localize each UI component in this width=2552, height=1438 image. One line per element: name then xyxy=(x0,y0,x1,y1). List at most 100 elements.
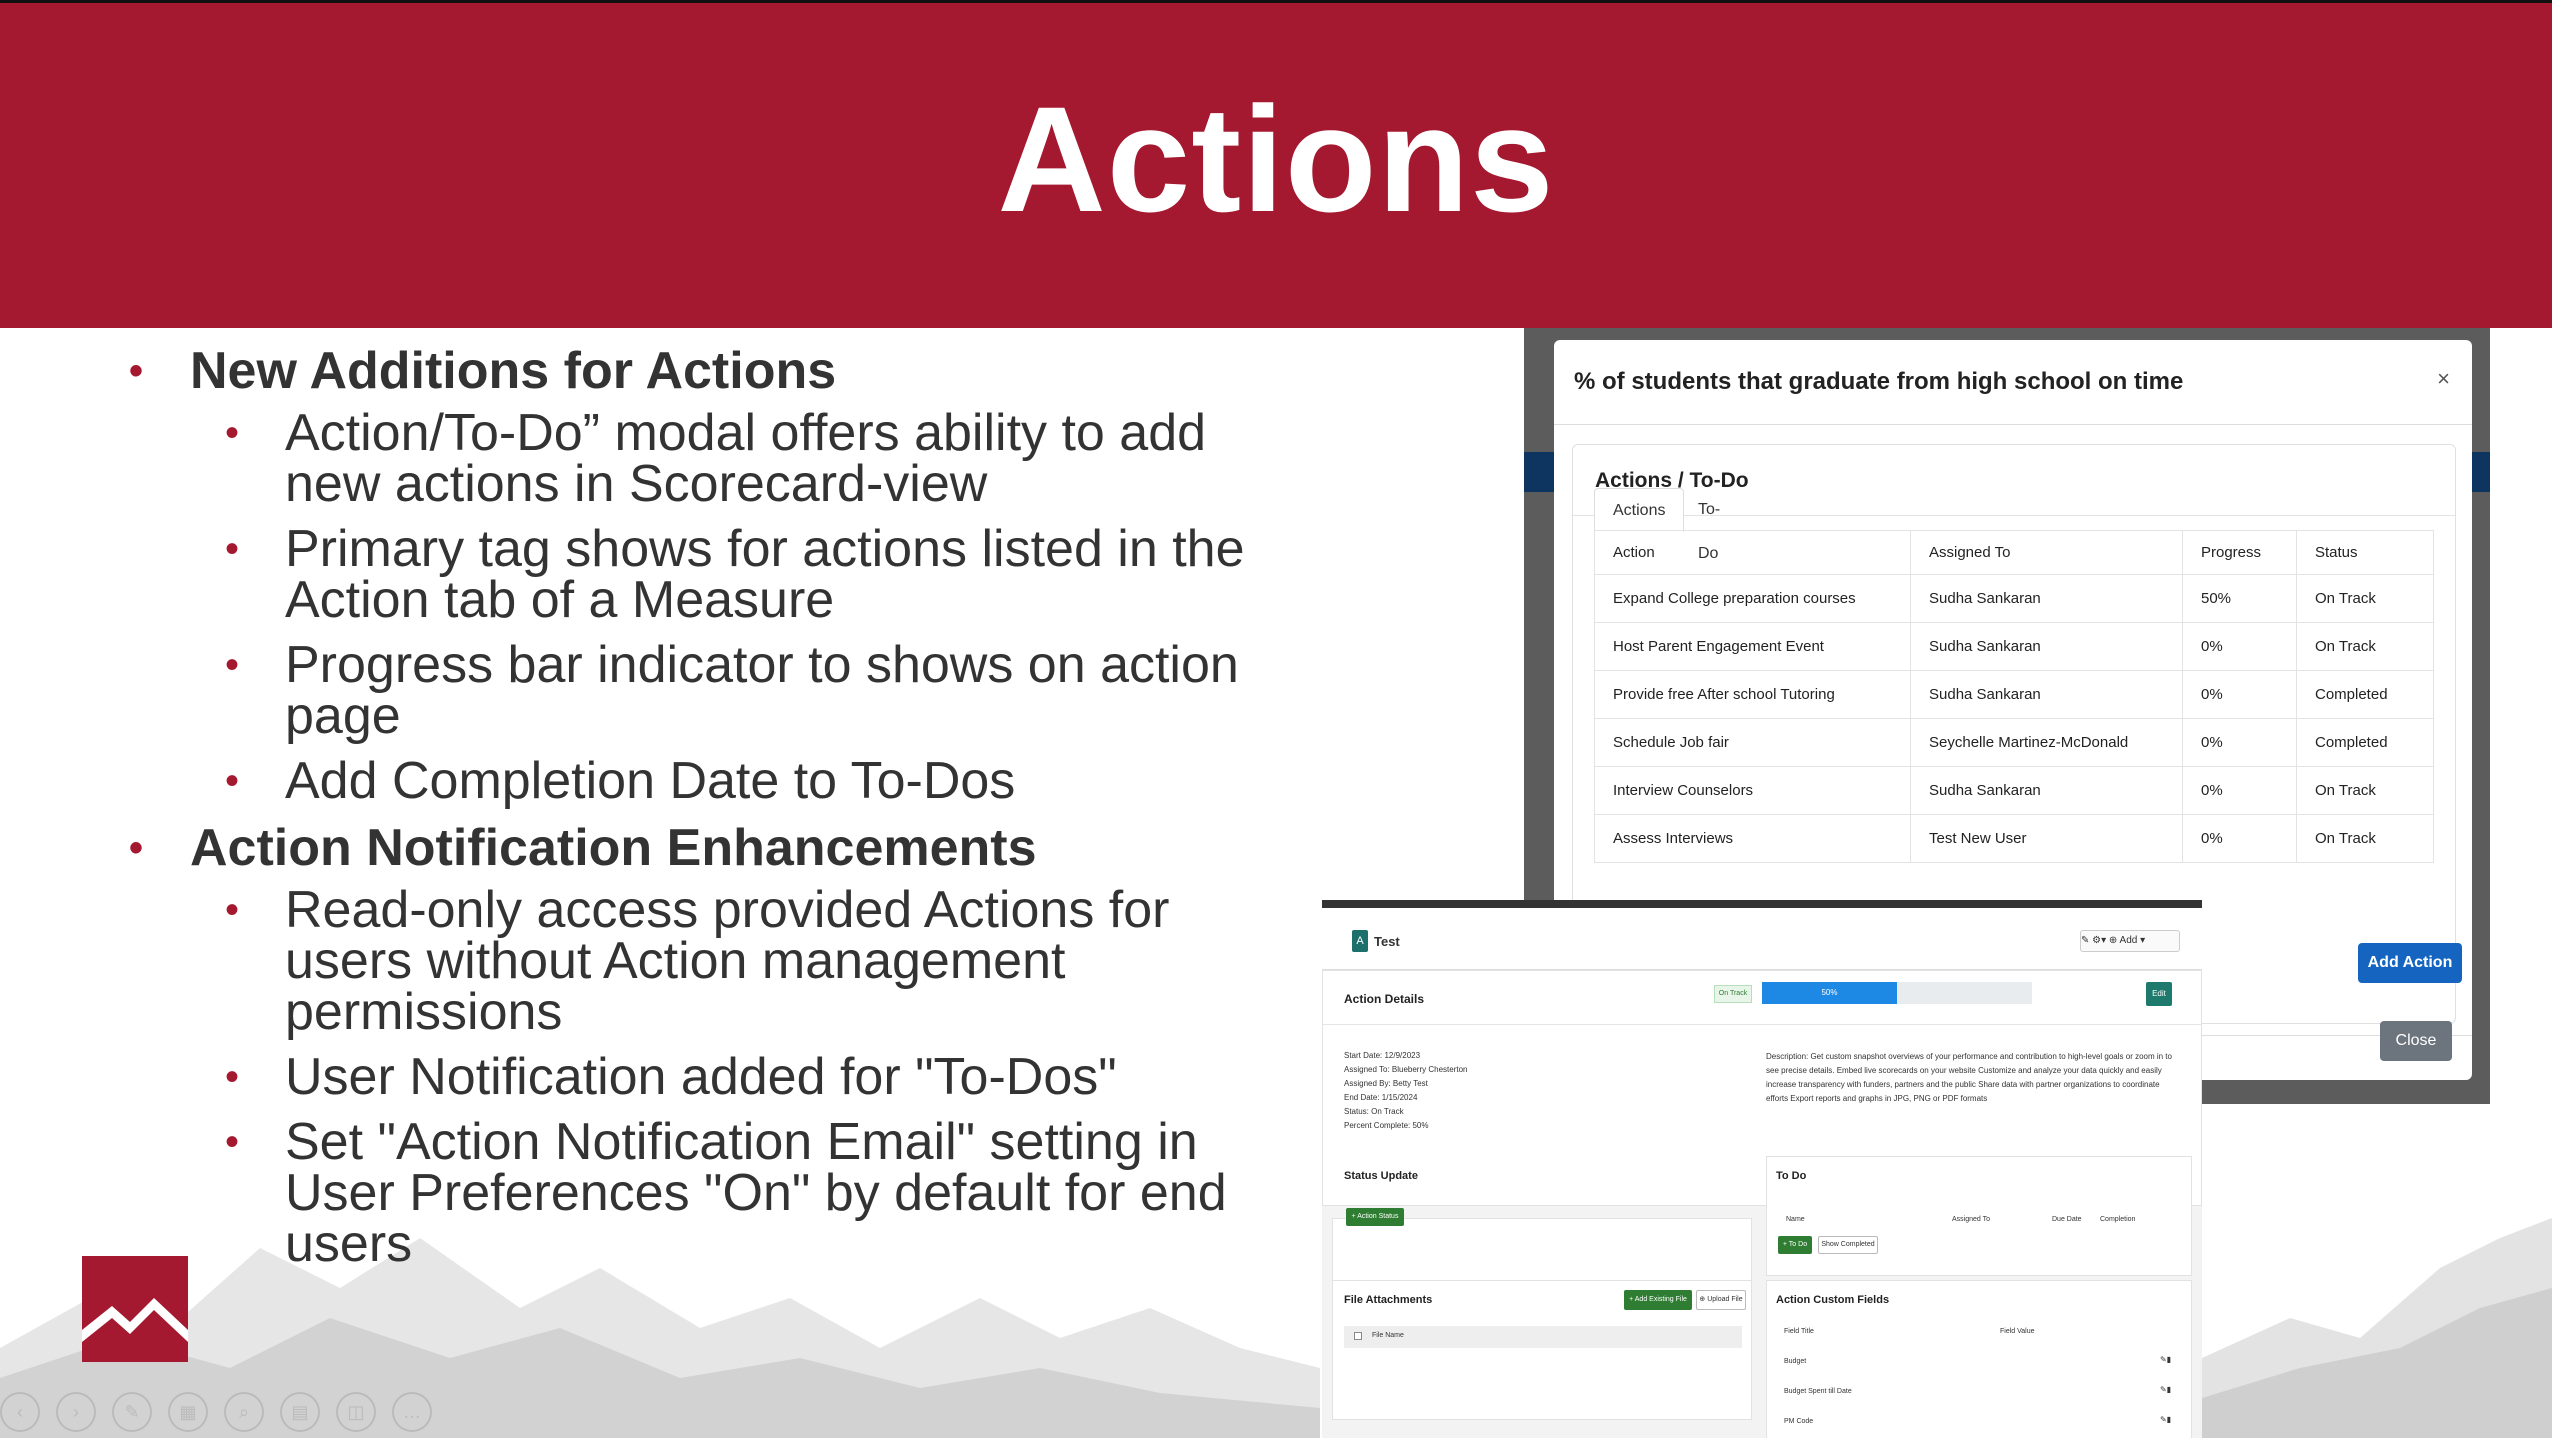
details-title: Action Details xyxy=(1344,992,1425,1006)
action-toolbar[interactable]: ✎ ⚙▾ ⊕ Add ▾ xyxy=(2080,930,2180,952)
add-todo-button[interactable]: + To Do xyxy=(1778,1236,1812,1254)
action-cell[interactable]: Schedule Job fair xyxy=(1594,718,1911,767)
field-assigned-by: Assigned By: Betty Test xyxy=(1344,1079,1428,1088)
bullet-item: • Add Completion Date to To-Dos xyxy=(225,752,1016,810)
add-status-button[interactable]: + Action Status xyxy=(1346,1208,1404,1226)
bullet-icon: • xyxy=(225,888,240,932)
bullet-item: • User Notification added for "To-Dos" xyxy=(225,1048,1117,1106)
assigned-cell: Sudha Sankaran xyxy=(1910,622,2183,671)
prev-icon[interactable]: ‹ xyxy=(0,1392,40,1432)
more-icon[interactable]: … xyxy=(392,1392,432,1432)
progress-cell: 0% xyxy=(2182,814,2297,863)
bullet-icon: • xyxy=(225,643,240,687)
actions-table: Action Assigned To Progress Status Expan… xyxy=(1594,530,2434,863)
description: Description: Get custom snapshot overvie… xyxy=(1766,1052,2172,1103)
edit-icon[interactable]: ✎▮ xyxy=(2160,1354,2171,1366)
progress-cell: 0% xyxy=(2182,718,2297,767)
bullet-heading: • New Additions for Actions xyxy=(129,342,837,400)
table-row[interactable]: Interview Counselors Sudha Sankaran 0% O… xyxy=(1594,766,2434,815)
assigned-cell: Test New User xyxy=(1910,814,2183,863)
progress-bar: 50% xyxy=(1762,982,2032,1004)
progress-bar-fill: 50% xyxy=(1762,982,1897,1004)
upload-file-button[interactable]: ⊕ Upload File xyxy=(1696,1290,1746,1310)
divider xyxy=(1554,424,2472,425)
close-button[interactable]: Close xyxy=(2380,1021,2452,1061)
action-badge: A xyxy=(1352,930,1368,952)
bullet-heading: • Action Notification Enhancements xyxy=(129,819,1037,877)
table-row[interactable]: Host Parent Engagement Event Sudha Sanka… xyxy=(1594,622,2434,671)
field-end-date: End Date: 1/15/2024 xyxy=(1344,1093,1418,1102)
bullet-icon: • xyxy=(129,826,144,870)
table-row[interactable]: Schedule Job fair Seychelle Martinez-McD… xyxy=(1594,718,2434,767)
field-status: Status: On Track xyxy=(1344,1107,1404,1116)
column-header[interactable]: Action xyxy=(1594,530,1911,575)
status-cell: Completed xyxy=(2296,718,2434,767)
assigned-cell: Sudha Sankaran xyxy=(1910,574,2183,623)
progress-cell: 50% xyxy=(2182,574,2297,623)
progress-cell: 0% xyxy=(2182,670,2297,719)
custom-col-title: Field Title xyxy=(1784,1328,1814,1335)
custom-col-value: Field Value xyxy=(2000,1328,2035,1335)
edit-button[interactable]: Edit xyxy=(2146,982,2172,1006)
action-cell[interactable]: Interview Counselors xyxy=(1594,766,1911,815)
bullet-item: • Read-only access provided Actions for u… xyxy=(225,881,1170,1041)
edit-icon[interactable]: ✎▮ xyxy=(2160,1384,2171,1396)
next-icon[interactable]: › xyxy=(56,1392,96,1432)
divider xyxy=(1322,1024,2202,1025)
custom-fields-title: Action Custom Fields xyxy=(1776,1294,1890,1306)
bullet-icon: • xyxy=(225,411,240,455)
action-cell[interactable]: Expand College preparation courses xyxy=(1594,574,1911,623)
show-completed-button[interactable]: Show Completed xyxy=(1818,1236,1878,1254)
action-cell[interactable]: Provide free After school Tutoring xyxy=(1594,670,1911,719)
column-header[interactable]: Assigned To xyxy=(1910,530,2183,575)
todo-col-name: Name xyxy=(1786,1216,1805,1223)
action-name: Test xyxy=(1374,934,1400,949)
zoom-icon[interactable]: ⌕ xyxy=(224,1392,264,1432)
action-cell[interactable]: Assess Interviews xyxy=(1594,814,1911,863)
grid-icon[interactable]: ▦ xyxy=(168,1392,208,1432)
slide-title: Actions xyxy=(997,75,1555,243)
status-cell: On Track xyxy=(2296,814,2434,863)
add-existing-file-button[interactable]: + Add Existing File xyxy=(1624,1290,1692,1310)
table-row[interactable]: Assess Interviews Test New User 0% On Tr… xyxy=(1594,814,2434,863)
bullet-icon: • xyxy=(225,527,240,571)
progress-cell: 0% xyxy=(2182,622,2297,671)
field-start-date: Start Date: 12/9/2023 xyxy=(1344,1051,1421,1060)
field-assigned-to: Assigned To: Blueberry Chesterton xyxy=(1344,1065,1468,1074)
tab-todo[interactable]: To-Do xyxy=(1680,488,1738,562)
status-update-title: Status Update xyxy=(1344,1170,1418,1182)
modal-title: % of students that graduate from high sc… xyxy=(1574,368,2184,395)
bullet-list: • New Additions for Actions • Action/To-Do… xyxy=(125,340,1305,1270)
subtitle-icon[interactable]: ▤ xyxy=(280,1392,320,1432)
table-row[interactable]: Expand College preparation courses Sudha… xyxy=(1594,574,2434,623)
assigned-cell: Seychelle Martinez-McDonald xyxy=(1910,718,2183,767)
bullet-icon: • xyxy=(129,349,144,393)
assigned-cell: Sudha Sankaran xyxy=(1910,766,2183,815)
slide-header: Actions xyxy=(0,0,2552,328)
status-badge: On Track xyxy=(1714,985,1752,1003)
close-icon[interactable]: × xyxy=(2437,366,2450,392)
action-cell[interactable]: Host Parent Engagement Event xyxy=(1594,622,1911,671)
edit-icon[interactable]: ✎▮ xyxy=(2160,1414,2171,1426)
custom-row: Budget xyxy=(1784,1358,1807,1365)
bullet-icon: • xyxy=(225,759,240,803)
add-action-button[interactable]: Add Action xyxy=(2358,943,2462,983)
tab-actions[interactable]: Actions xyxy=(1594,488,1685,532)
table-header-row: Action Assigned To Progress Status xyxy=(1594,530,2434,575)
todo-col-due: Due Date xyxy=(2052,1216,2082,1223)
action-header: A Test ✎ ⚙▾ ⊕ Add ▾ xyxy=(1322,908,2202,970)
status-cell: On Track xyxy=(2296,622,2434,671)
todo-title: To Do xyxy=(1776,1170,1807,1182)
status-cell: On Track xyxy=(2296,766,2434,815)
pen-icon[interactable]: ✎ xyxy=(112,1392,152,1432)
select-all-checkbox[interactable] xyxy=(1354,1332,1362,1340)
todo-col-assigned: Assigned To xyxy=(1952,1216,1991,1223)
bullet-item: • Set "Action Notification Email" setting… xyxy=(225,1113,1227,1273)
column-header[interactable]: Status xyxy=(2296,530,2434,575)
status-cell: Completed xyxy=(2296,670,2434,719)
todo-col-completion: Completion xyxy=(2100,1216,2136,1223)
video-icon[interactable]: ◫ xyxy=(336,1392,376,1432)
table-row[interactable]: Provide free After school Tutoring Sudha… xyxy=(1594,670,2434,719)
assigned-cell: Sudha Sankaran xyxy=(1910,670,2183,719)
column-header[interactable]: Progress xyxy=(2182,530,2297,575)
